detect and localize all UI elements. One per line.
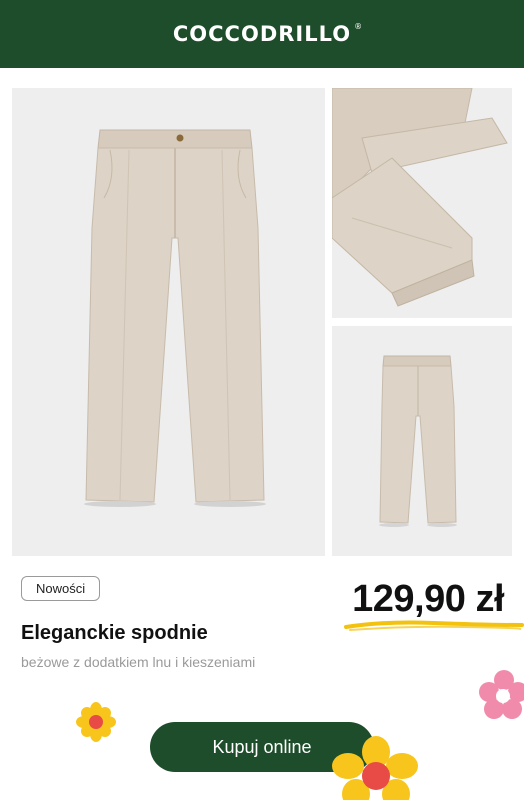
- trousers-hem-illustration: [332, 88, 512, 318]
- product-title: Eleganckie spodnie: [21, 622, 208, 644]
- registered-mark: ®: [354, 22, 363, 31]
- brand-logo[interactable]: COCCODRILLO ®: [172, 22, 362, 46]
- product-image-detail[interactable]: [332, 88, 512, 318]
- flower-icon: [332, 736, 418, 800]
- trousers-front-illustration: [12, 88, 325, 556]
- price-underline-stroke: [344, 620, 524, 631]
- flower-icon: [479, 670, 524, 719]
- app-header: COCCODRILLO ®: [0, 0, 524, 68]
- product-subtitle: beżowe z dodatkiem lnu i kieszeniami: [21, 654, 256, 670]
- flower-icon: [76, 702, 116, 742]
- product-image-main[interactable]: [12, 88, 325, 556]
- product-image-small[interactable]: [332, 326, 512, 556]
- brand-name: COCCODRILLO: [172, 22, 352, 46]
- trousers-small-illustration: [332, 326, 512, 556]
- product-price: 129,90 zł: [352, 578, 504, 620]
- new-badge: Nowości: [21, 576, 101, 601]
